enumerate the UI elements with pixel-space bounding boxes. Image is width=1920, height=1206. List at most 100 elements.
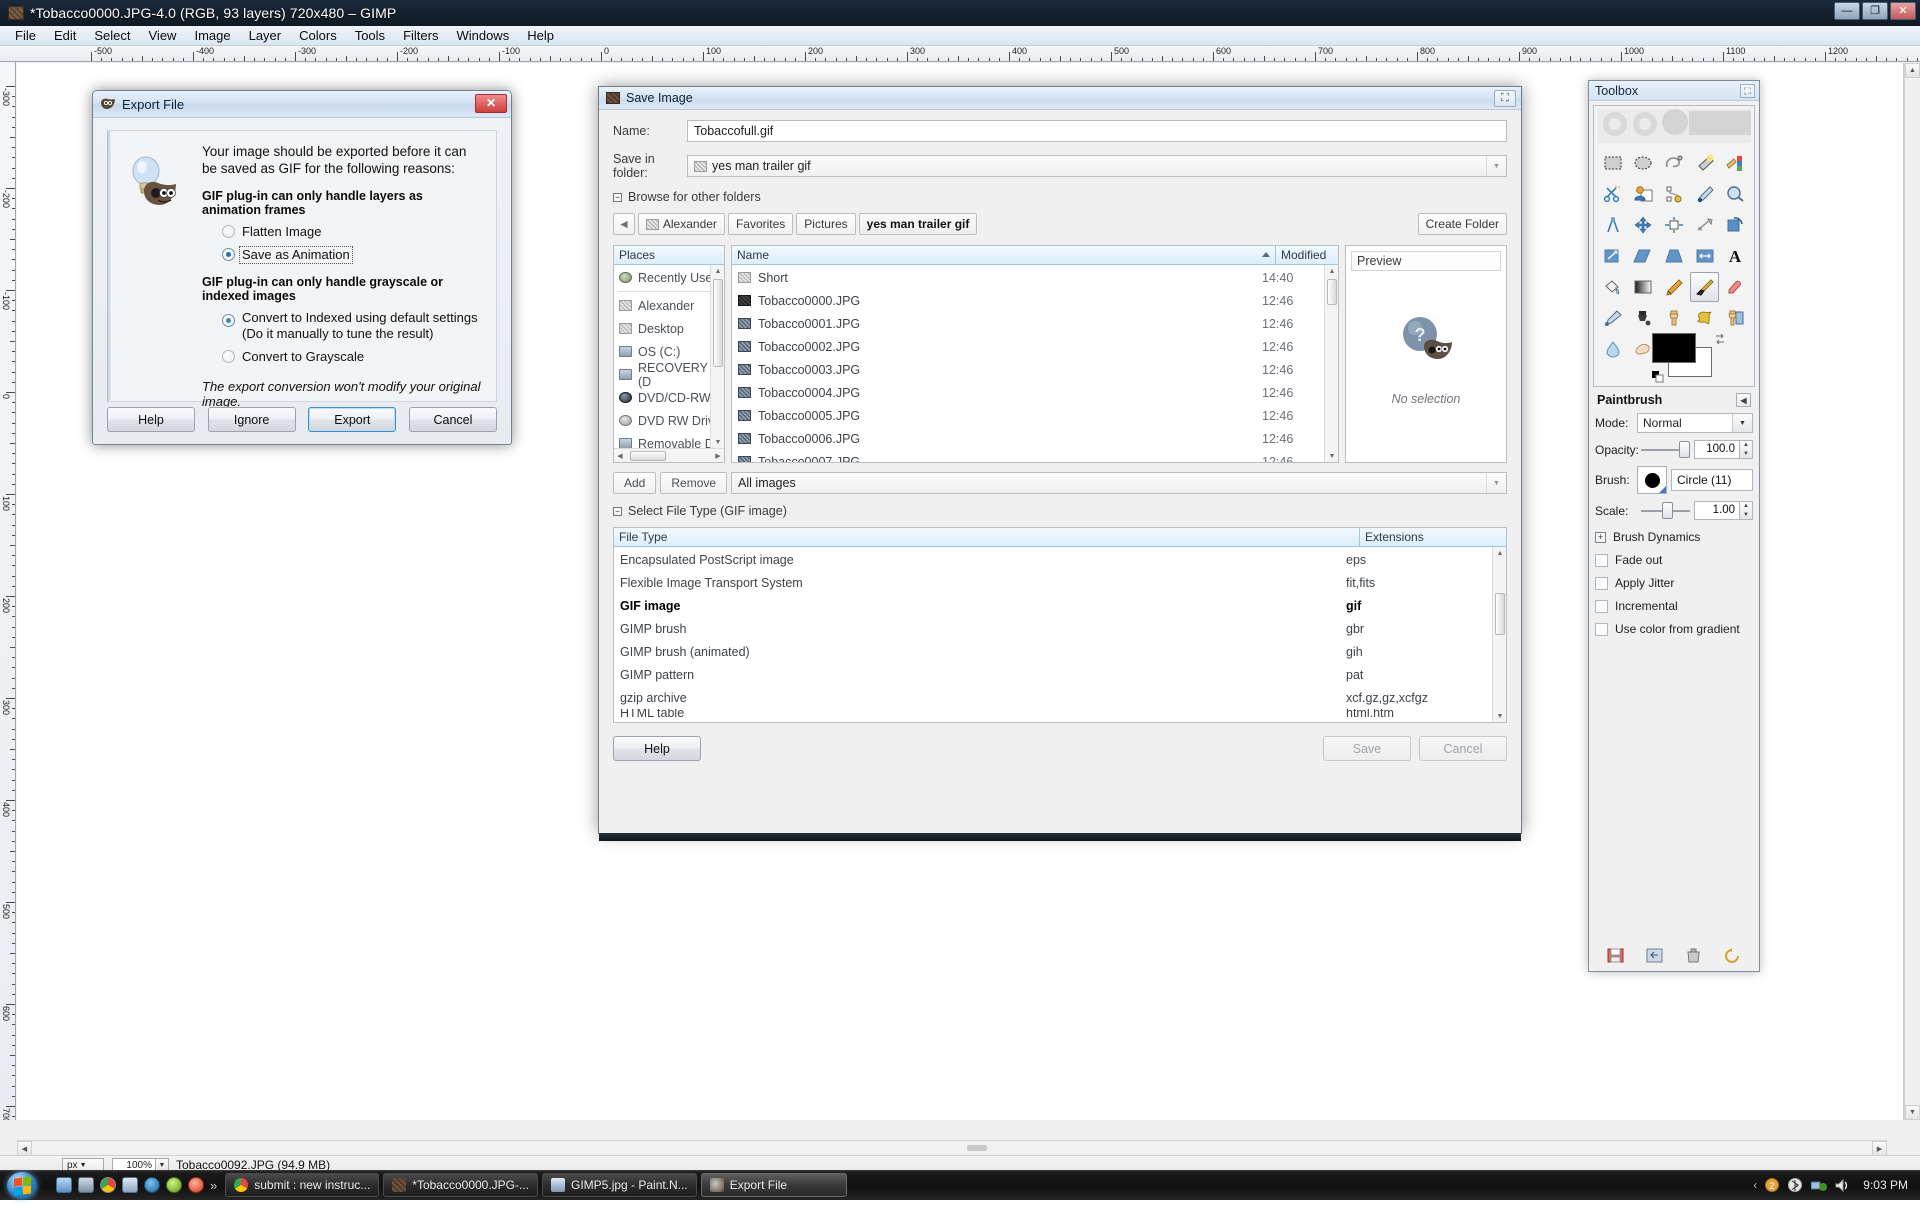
minimize-button[interactable]: — [1834,2,1860,20]
file-row-tobacco0002[interactable]: Tobacco0002.JPG 12:46 [732,335,1324,358]
fade-out-checkbox-row[interactable]: Fade out [1595,553,1753,567]
restore-tool-options-icon[interactable] [1646,948,1663,963]
tool-bucket-fill[interactable] [1598,272,1628,302]
checkbox-icon[interactable] [1595,554,1608,567]
menu-view[interactable]: View [140,27,186,44]
breadcrumb-item-favorites[interactable]: Favorites [728,213,793,235]
taskbar-item-chrome[interactable]: submit : new instruc... [225,1173,379,1197]
delete-tool-options-icon[interactable] [1685,948,1702,963]
tray-expand-icon[interactable]: ‹ [1753,1178,1757,1192]
tool-blur-sharpen[interactable] [1598,334,1628,364]
file-type-row-gif[interactable]: GIF image gif [614,594,1492,617]
radio-convert-to-grayscale[interactable]: Convert to Grayscale [222,349,484,365]
column-header-file-type[interactable]: File Type [614,528,1360,547]
update-icon[interactable]: 2 [1765,1178,1780,1193]
column-header-modified[interactable]: Modified [1276,246,1338,265]
file-row-tobacco0007[interactable]: Tobacco0007.JPG 12:46 [732,450,1324,463]
save-help-button[interactable]: Help [613,736,701,761]
tool-text[interactable]: A [1720,241,1750,271]
brush-dynamics-expander[interactable]: + Brush Dynamics [1595,530,1753,544]
file-type-row-gih[interactable]: GIMP brush (animated) gih [614,640,1492,663]
menu-tools[interactable]: Tools [346,27,394,44]
export-close-button[interactable]: ✕ [475,94,507,113]
file-row-short[interactable]: Short 14:40 [732,266,1324,289]
hscroll-thumb[interactable] [967,1145,987,1151]
tool-flip[interactable] [1690,241,1720,271]
breadcrumb-item-alexander[interactable]: Alexander [638,213,725,235]
swap-colors-icon[interactable] [1714,333,1726,345]
select-file-type-expander[interactable]: − Select File Type (GIF image) [613,504,1507,518]
places-vertical-scrollbar[interactable]: ▲ ▼ [710,265,724,448]
aim-icon[interactable] [188,1177,204,1193]
horizontal-ruler[interactable]: -500-400-300-200-10001002003004005006007… [0,46,1920,62]
apply-jitter-checkbox-row[interactable]: Apply Jitter [1595,576,1753,590]
create-folder-button[interactable]: Create Folder [1418,213,1507,235]
start-button[interactable] [2,1171,46,1199]
tool-gradient[interactable] [1629,272,1659,302]
file-row-tobacco0005[interactable]: Tobacco0005.JPG 12:46 [732,404,1324,427]
tool-rotate[interactable] [1720,210,1750,240]
column-header-name[interactable]: Name [732,246,1276,265]
volume-icon[interactable] [1834,1178,1849,1193]
dialog-resize-handle[interactable] [599,833,1521,841]
file-row-tobacco0003[interactable]: Tobacco0003.JPG 12:46 [732,358,1324,381]
breadcrumb-item-pictures[interactable]: Pictures [796,213,855,235]
file-row-tobacco0006[interactable]: Tobacco0006.JPG 12:46 [732,427,1324,450]
radio-save-as-animation[interactable]: Save as Animation [222,247,484,263]
menu-file[interactable]: File [6,27,45,44]
place-item-recently-used[interactable]: Recently Used [614,266,724,289]
filename-input[interactable]: Tobaccofull.gif [687,120,1507,142]
brush-preview-button[interactable] [1637,466,1667,494]
tool-ellipse-select[interactable] [1629,148,1659,178]
radio-flatten-image[interactable]: Flatten Image [222,224,484,240]
incremental-checkbox-row[interactable]: Incremental [1595,599,1753,613]
place-item-desktop[interactable]: Desktop [614,317,724,340]
bluetooth-icon[interactable] [1788,1178,1803,1193]
file-type-row-eps[interactable]: Encapsulated PostScript image eps [614,548,1492,571]
chrome-icon[interactable] [100,1177,116,1193]
opacity-slider[interactable] [1641,441,1690,459]
tool-zoom[interactable] [1720,179,1750,209]
browse-other-folders-expander[interactable]: − Browse for other folders [613,190,1507,204]
foreground-color-swatch[interactable] [1652,333,1696,363]
reset-tool-options-icon[interactable] [1724,948,1741,963]
tool-shear[interactable] [1629,241,1659,271]
tool-heal[interactable] [1690,303,1720,333]
default-colors-icon[interactable] [1652,371,1664,383]
scroll-right-icon[interactable]: ▶ [712,449,724,463]
export-help-button[interactable]: Help [107,407,195,432]
folder-combo[interactable]: yes man trailer gif ▼ [687,155,1507,177]
tool-eraser[interactable] [1720,272,1750,302]
menu-edit[interactable]: Edit [45,27,85,44]
tool-fuzzy-select[interactable] [1690,148,1720,178]
menu-filters[interactable]: Filters [394,27,447,44]
file-row-tobacco0001[interactable]: Tobacco0001.JPG 12:46 [732,312,1324,335]
file-type-row-gzip[interactable]: gzip archive xcf.gz,gz,xcfgz [614,686,1492,709]
file-row-tobacco0000[interactable]: Tobacco0000.JPG 12:46 [732,289,1324,312]
checkbox-icon[interactable] [1595,600,1608,613]
maximize-button[interactable]: ❐ [1862,2,1888,20]
tool-ink[interactable] [1629,303,1659,333]
tool-perspective-clone[interactable] [1720,303,1750,333]
paintnet-icon[interactable] [122,1177,138,1193]
scrollbar-thumb[interactable] [1327,279,1337,305]
media-player-icon[interactable] [78,1177,94,1193]
collapse-panel-icon[interactable]: ◀ [1736,393,1751,407]
menu-colors[interactable]: Colors [290,27,346,44]
column-header-extensions[interactable]: Extensions [1360,528,1506,547]
scale-input[interactable]: 1.00 [1694,501,1740,520]
tool-paths[interactable] [1659,179,1689,209]
checkbox-icon[interactable] [1595,577,1608,590]
export-cancel-button[interactable]: Cancel [409,407,497,432]
radio-convert-to-indexed[interactable]: Convert to Indexed using default setting… [222,310,484,342]
place-item-alexander[interactable]: Alexander [614,294,724,317]
breadcrumb-item-current[interactable]: yes man trailer gif [859,213,978,235]
tool-color-picker[interactable] [1690,179,1720,209]
breadcrumb-back-button[interactable]: ◄ [613,213,635,235]
scrollbar-thumb[interactable] [1495,593,1505,635]
tool-airbrush[interactable] [1598,303,1628,333]
tool-align[interactable] [1659,210,1689,240]
scale-stepper[interactable]: ▲▼ [1740,501,1753,520]
place-item-recovery-d[interactable]: RECOVERY (D [614,363,724,386]
place-item-dvd-rw-drive[interactable]: DVD RW Drive [614,409,724,432]
